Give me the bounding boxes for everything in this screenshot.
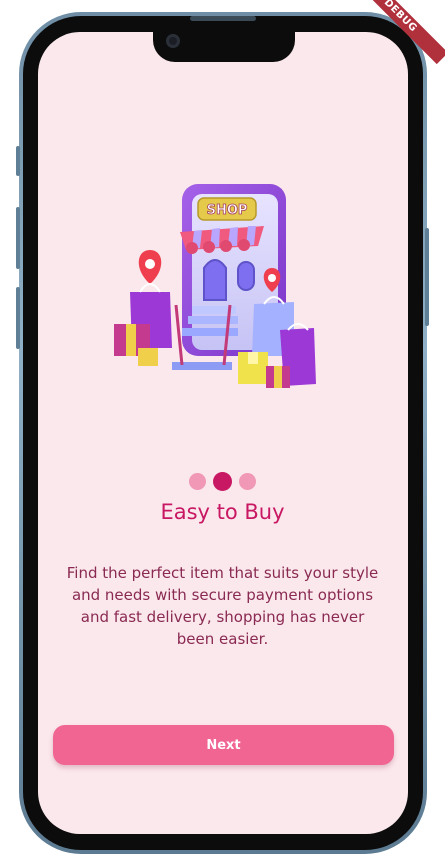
onboarding-title: Easy to Buy [160, 500, 285, 524]
small-box-left [138, 348, 158, 366]
page-dot-1[interactable] [188, 473, 206, 490]
shop-sign-text: SHOP [207, 203, 248, 218]
speaker-grille [190, 16, 256, 21]
side-button-left-2 [16, 207, 20, 269]
app-screen [38, 32, 408, 834]
side-button-left-3 [16, 287, 20, 349]
next-button[interactable]: Next [53, 725, 394, 765]
shop-window [237, 261, 255, 291]
page-dot-3[interactable] [239, 473, 257, 490]
shop-illustration: SHOP [114, 184, 316, 388]
front-camera [166, 34, 180, 48]
page-indicator [0, 472, 445, 492]
side-button-right [425, 228, 429, 326]
page-dot-2-active[interactable] [213, 472, 232, 491]
shop-door [203, 259, 227, 301]
side-button-left-1 [16, 146, 20, 176]
onboarding-description: Find the perfect item that suits your st… [66, 564, 379, 648]
